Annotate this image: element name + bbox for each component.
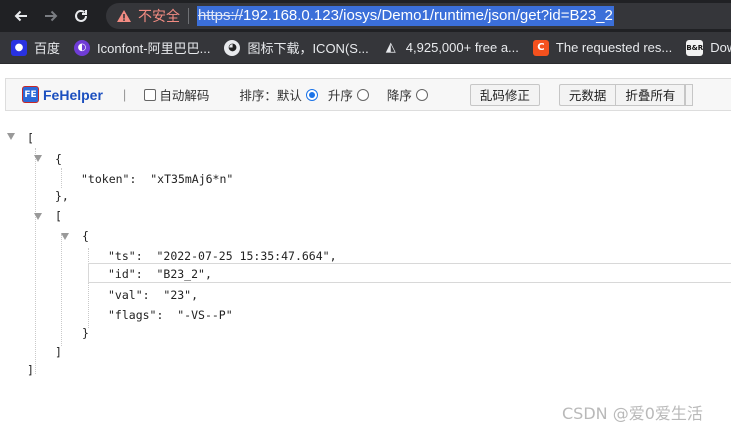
fix-garbled-button[interactable]: 乱码修正	[469, 83, 540, 106]
json-brace: },	[55, 189, 69, 203]
indent-guide	[61, 234, 62, 346]
bookmark-iconfont[interactable]: ◐ Iconfont-阿里巴巴...	[67, 32, 217, 64]
json-brace: {	[82, 229, 89, 243]
indent-guide	[88, 248, 89, 328]
sort-desc-label: 降序	[386, 89, 412, 103]
url-text[interactable]: https://192.168.0.123/iosys/Demo1/runtim…	[197, 6, 614, 26]
fehelper-logo[interactable]: FE FeHelper	[22, 86, 103, 103]
json-viewer: [ { "token": "xT35mAj6*n" }, [ { "ts": "…	[0, 124, 731, 384]
sort-asc-label: 升序	[327, 89, 353, 103]
json-key: "id":	[108, 267, 143, 281]
json-bracket: ]	[55, 345, 62, 359]
json-bracket: [	[55, 209, 62, 223]
checkbox-box[interactable]	[144, 88, 157, 101]
bookmark-requested[interactable]: C The requested res...	[526, 32, 679, 64]
back-button[interactable]	[6, 0, 36, 32]
json-value: "2022-07-25 15:35:47.664",	[156, 249, 337, 263]
json-key: "val":	[108, 288, 150, 302]
bookmark-label: 图标下载，ICON(S...	[247, 41, 369, 56]
collapse-toggle-icon[interactable]	[7, 133, 15, 140]
fehelper-toolbar: FE FeHelper | 自动解码 排序： 默认 升序 降序 乱码修正 元数据…	[5, 78, 731, 111]
json-value: "-VS--P"	[177, 308, 233, 322]
json-row[interactable]: "token": "xT35mAj6*n"	[81, 169, 233, 189]
reload-icon	[75, 9, 87, 22]
baidu-paw-icon: ●	[11, 39, 27, 56]
fehelper-title: FeHelper	[43, 86, 103, 103]
more-button[interactable]	[685, 83, 694, 106]
json-row[interactable]: "flags": "-VS--P"	[108, 305, 233, 325]
flaticon-icon: ◭	[385, 40, 396, 55]
json-value: "xT35mAj6*n"	[150, 172, 234, 186]
json-row[interactable]: "ts": "2022-07-25 15:35:47.664",	[108, 246, 337, 266]
url-scheme: https://	[198, 7, 244, 24]
reload-button[interactable]	[66, 0, 96, 32]
br-icon: B&R	[686, 39, 704, 56]
sort-label: 排序：	[239, 89, 277, 103]
bookmarks-bar: ● 百度 ◐ Iconfont-阿里巴巴... ◕ 图标下载，ICON(S...…	[0, 32, 731, 64]
json-key: "flags":	[108, 308, 164, 322]
sort-default-radio[interactable]	[305, 88, 318, 101]
address-bar[interactable]: 不安全 https://192.168.0.123/iosys/Demo1/ru…	[106, 3, 731, 29]
collapse-toggle-icon[interactable]	[61, 233, 69, 240]
toolbar-divider: |	[122, 87, 127, 102]
auto-decode-label: 自动解码	[159, 89, 210, 103]
collapse-all-button[interactable]: 折叠所有	[615, 83, 686, 106]
bookmark-flaticon[interactable]: ◭ 4,925,000+ free a...	[376, 32, 526, 64]
security-label: 不安全	[138, 8, 180, 24]
security-indicator[interactable]: 不安全	[116, 6, 180, 26]
panda-icon: ◕	[224, 39, 241, 56]
indent-guide	[61, 168, 62, 188]
bookmark-dow[interactable]: B&R Dow	[679, 32, 731, 64]
auto-decode-checkbox[interactable]: 自动解码	[144, 85, 209, 104]
arrow-left-icon	[14, 10, 27, 22]
bookmark-label: Iconfont-阿里巴巴...	[97, 41, 211, 56]
json-key: "ts":	[108, 249, 143, 263]
bookmark-label: Dow	[710, 40, 731, 55]
indent-guide	[35, 148, 36, 374]
omnibox-divider	[188, 8, 189, 24]
json-key: "token":	[81, 172, 137, 186]
collapse-toggle-icon[interactable]	[34, 155, 42, 162]
json-bracket: ]	[27, 363, 34, 377]
json-brace: }	[82, 326, 89, 340]
warning-triangle-icon	[117, 10, 131, 22]
browser-toolbar: 不安全 https://192.168.0.123/iosys/Demo1/ru…	[0, 0, 731, 32]
json-brace: {	[55, 152, 62, 166]
arrow-right-icon	[45, 10, 58, 22]
iconfont-icon: ◐	[74, 39, 91, 56]
sort-asc-radio[interactable]	[356, 88, 369, 101]
c-icon: C	[532, 39, 549, 56]
collapse-toggle-icon[interactable]	[34, 213, 42, 220]
bookmark-label: 4,925,000+ free a...	[405, 40, 519, 55]
forward-button[interactable]	[36, 0, 66, 32]
fehelper-badge-icon: FE	[22, 86, 39, 103]
bookmark-icons[interactable]: ◕ 图标下载，ICON(S...	[217, 32, 375, 64]
sort-desc-radio[interactable]	[415, 88, 428, 101]
json-value: "23",	[163, 288, 199, 302]
bookmark-label: 百度	[34, 41, 61, 56]
bookmark-label: The requested res...	[555, 40, 673, 55]
json-row[interactable]: "val": "23",	[108, 285, 198, 305]
url-path: 192.168.0.123/iosys/Demo1/runtime/json/g…	[243, 7, 613, 24]
bookmark-baidu[interactable]: ● 百度	[0, 32, 67, 64]
csdn-watermark: CSDN @爱0爱生活	[562, 404, 703, 423]
json-row[interactable]: "id": "B23_2",	[108, 264, 212, 284]
raw-data-button[interactable]: 元数据	[558, 83, 616, 106]
json-value: "B23_2",	[156, 267, 212, 281]
sort-default-label: 默认	[276, 89, 302, 103]
json-bracket: [	[27, 131, 34, 145]
